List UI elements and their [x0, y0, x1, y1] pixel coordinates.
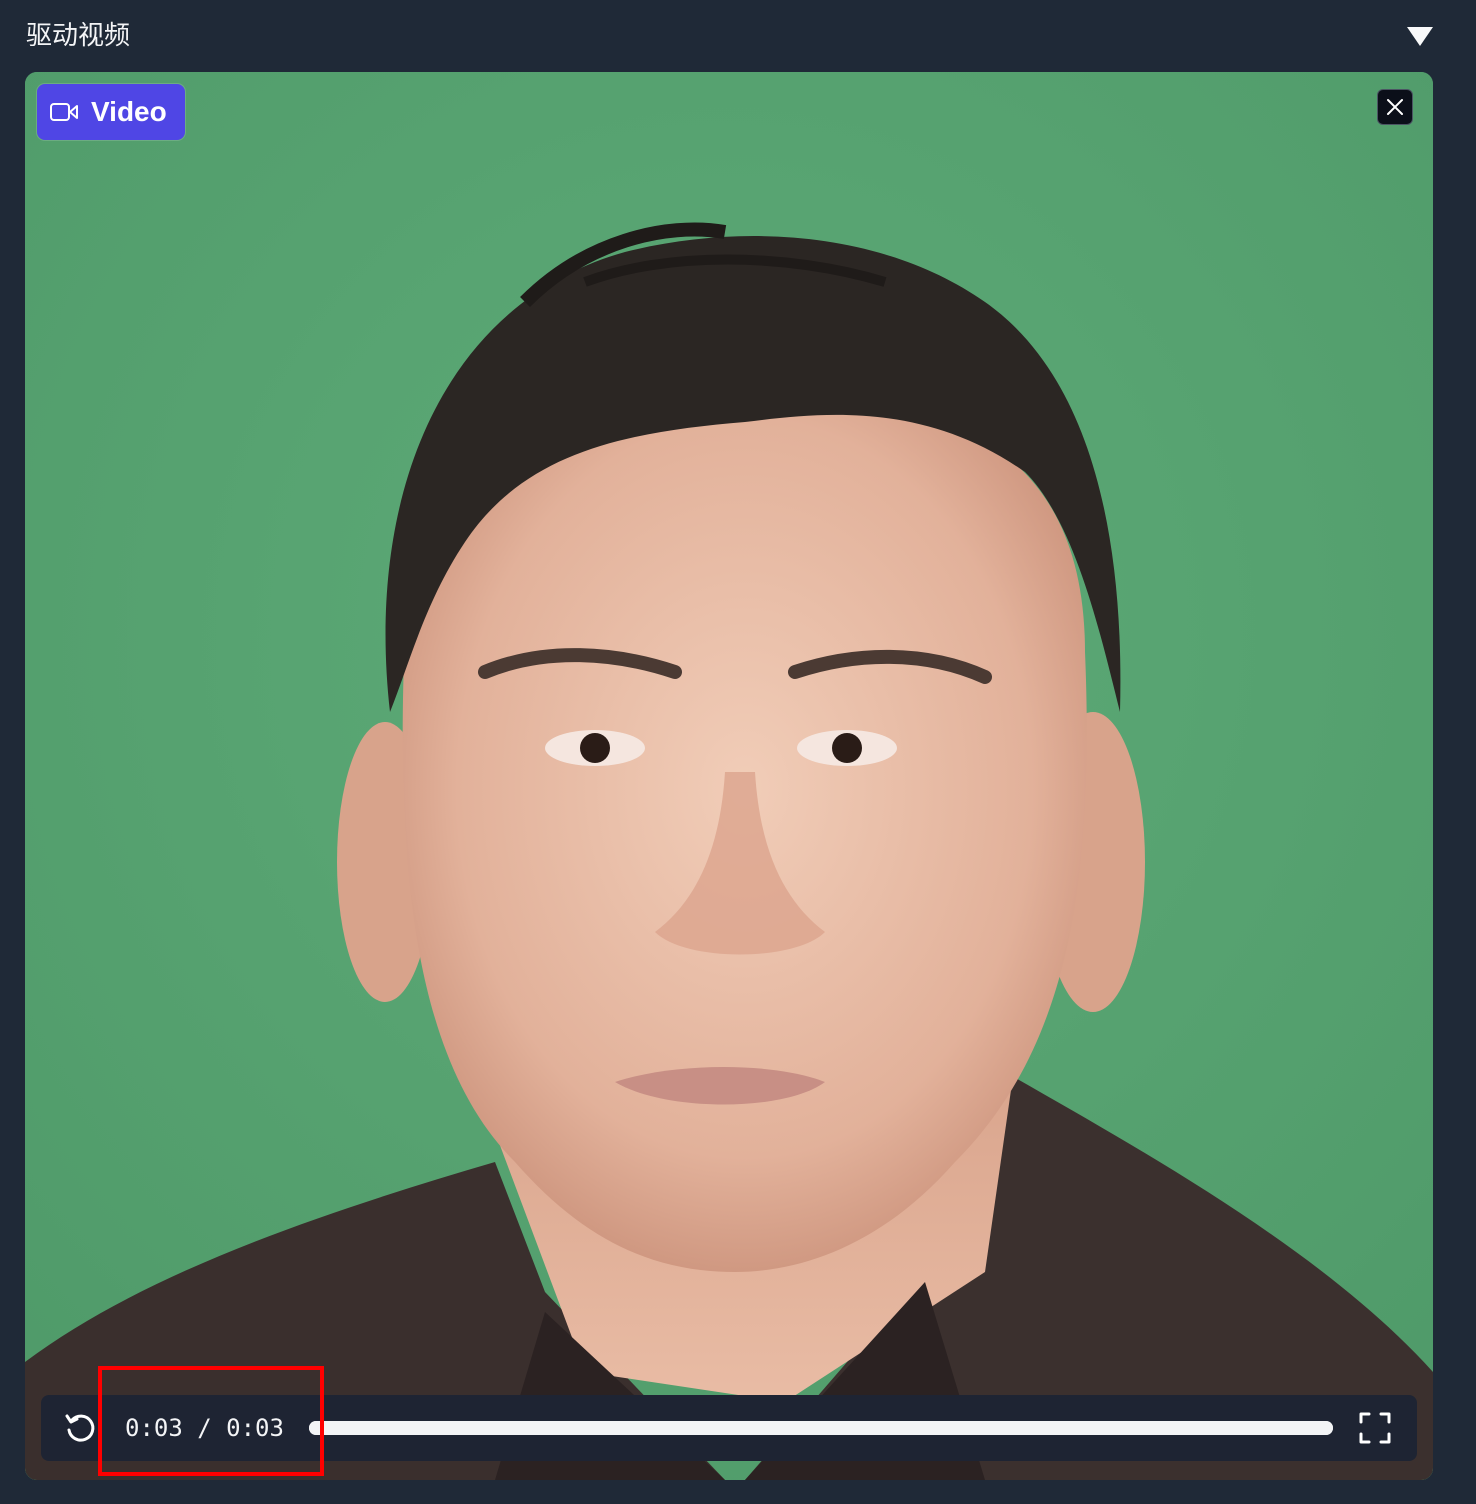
- triangle-down-icon[interactable]: [1404, 24, 1436, 50]
- video-badge-label: Video: [91, 96, 167, 127]
- close-icon: [1387, 99, 1403, 115]
- progress-bar[interactable]: [309, 1421, 1333, 1435]
- close-button[interactable]: [1377, 89, 1413, 125]
- video-player[interactable]: Video 0:03 / 0:03: [25, 72, 1433, 1480]
- video-camera-icon: [49, 100, 79, 124]
- progress-fill: [309, 1421, 1333, 1435]
- video-frame-image: [25, 72, 1433, 1480]
- driving-video-panel: 驱动视频 Video 0:03 / 0:03: [0, 0, 1476, 1504]
- panel-header: 驱动视频: [0, 0, 1476, 72]
- video-controls: 0:03 / 0:03: [41, 1395, 1417, 1461]
- replay-icon[interactable]: [63, 1410, 99, 1446]
- panel-title: 驱动视频: [26, 21, 131, 51]
- fullscreen-icon[interactable]: [1357, 1410, 1393, 1446]
- video-badge: Video: [37, 84, 185, 140]
- time-display: 0:03 / 0:03: [125, 1414, 284, 1442]
